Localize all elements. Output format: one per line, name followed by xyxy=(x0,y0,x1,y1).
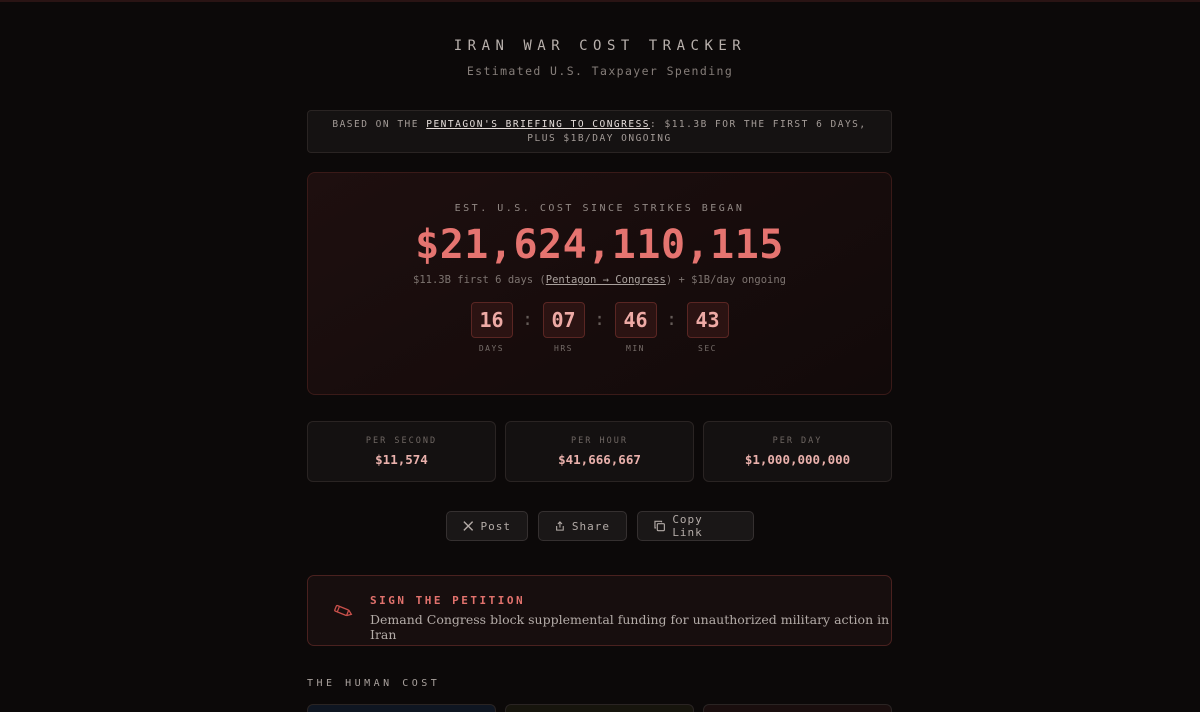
stat-per-hour: PER HOUR $41,666,667 xyxy=(505,421,694,482)
top-border xyxy=(0,0,1200,2)
total-cost-amount: $21,624,110,115 xyxy=(415,222,784,268)
human-cost-heading: THE HUMAN COST xyxy=(307,678,441,689)
copy-icon xyxy=(654,520,665,532)
share-button-label: Share xyxy=(571,519,610,533)
human-cost-cards xyxy=(307,704,892,712)
post-button-label: Post xyxy=(480,519,511,533)
rate-stats: PER SECOND $11,574 PER HOUR $41,666,667 … xyxy=(307,421,892,482)
x-logo-icon xyxy=(463,521,474,531)
stat-per-day: PER DAY $1,000,000,000 xyxy=(703,421,892,482)
copy-link-button[interactable]: Copy Link xyxy=(637,511,754,541)
human-cost-card[interactable] xyxy=(703,704,892,712)
copy-link-label: Copy Link xyxy=(672,513,703,539)
countdown-separator: : xyxy=(666,309,677,330)
countdown-separator: : xyxy=(594,309,605,330)
stat-value: $41,666,667 xyxy=(558,452,641,467)
countdown-hours-value: 07 xyxy=(542,302,585,338)
elapsed-countdown: 16 DAYS : 07 HRS : 46 MIN : 43 SEC xyxy=(308,302,891,353)
page-subtitle: Estimated U.S. Taxpayer Spending xyxy=(466,64,734,78)
countdown-hours-label: HRS xyxy=(554,344,573,353)
countdown-minutes-value: 46 xyxy=(614,302,657,338)
countdown-days-label: DAYS xyxy=(478,344,505,353)
petition-description: Demand Congress block supplemental fundi… xyxy=(370,612,890,642)
petition-banner[interactable]: SIGN THE PETITION Demand Congress block … xyxy=(307,575,892,646)
stat-value: $11,574 xyxy=(375,452,428,467)
page-title: IRAN WAR COST TRACKER xyxy=(453,38,747,54)
page-header: IRAN WAR COST TRACKER Estimated U.S. Tax… xyxy=(0,38,1200,78)
stat-label: PER DAY xyxy=(772,436,823,446)
countdown-days: 16 DAYS xyxy=(470,302,514,353)
countdown-seconds-value: 43 xyxy=(686,302,729,338)
hero-label: EST. U.S. COST SINCE STRIKES BEGAN xyxy=(454,203,745,214)
countdown-seconds-label: SEC xyxy=(698,344,717,353)
stat-per-second: PER SECOND $11,574 xyxy=(307,421,496,482)
pencil-icon xyxy=(334,604,353,617)
countdown-minutes: 46 MIN xyxy=(614,302,658,353)
petition-title: SIGN THE PETITION xyxy=(370,594,526,607)
post-to-x-button[interactable]: Post xyxy=(446,511,528,541)
cost-hero-card: EST. U.S. COST SINCE STRIKES BEGAN $21,6… xyxy=(307,172,892,395)
notice-prefix: BASED ON THE xyxy=(332,119,427,130)
countdown-separator: : xyxy=(522,309,533,330)
source-notice: BASED ON THE PENTAGON'S BRIEFING TO CONG… xyxy=(307,110,892,153)
countdown-minutes-label: MIN xyxy=(626,344,645,353)
stat-label: PER HOUR xyxy=(571,436,628,446)
pentagon-congress-link[interactable]: Pentagon → Congress xyxy=(546,274,666,286)
stat-label: PER SECOND xyxy=(365,436,438,446)
hero-detail-prefix: $11.3B first 6 days ( xyxy=(413,274,546,286)
human-cost-card[interactable] xyxy=(505,704,694,712)
share-icon xyxy=(556,521,564,531)
hero-detail-suffix: ) + $1B/day ongoing xyxy=(665,274,786,286)
countdown-seconds: 43 SEC xyxy=(686,302,730,353)
share-button[interactable]: Share xyxy=(538,511,627,541)
share-bar: Post Share Copy Link xyxy=(0,511,1200,541)
human-cost-card[interactable] xyxy=(307,704,496,712)
stat-value: $1,000,000,000 xyxy=(744,452,851,467)
countdown-hours: 07 HRS xyxy=(542,302,586,353)
hero-detail: $11.3B first 6 days (Pentagon → Congress… xyxy=(308,274,891,286)
countdown-days-value: 16 xyxy=(470,302,513,338)
pentagon-briefing-link[interactable]: PENTAGON'S BRIEFING TO CONGRESS xyxy=(426,119,650,130)
